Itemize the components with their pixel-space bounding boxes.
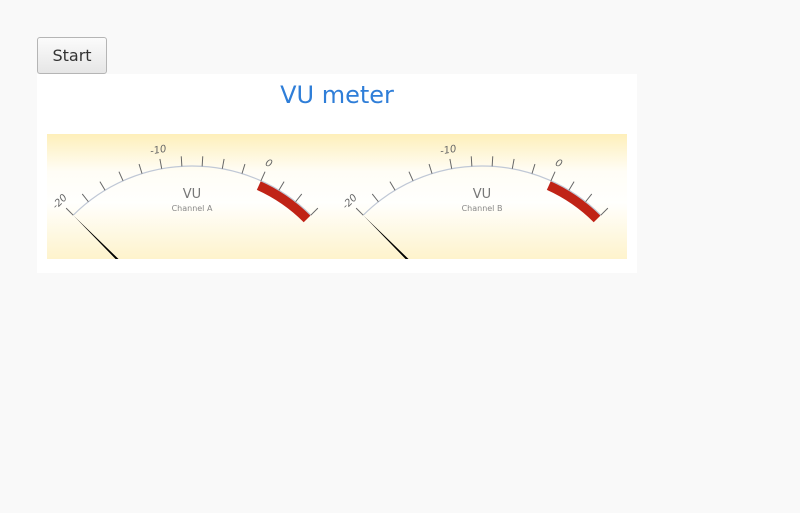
- gauge-tick: [118, 171, 124, 182]
- gauge-tick: [310, 207, 319, 216]
- gauge-tick: [568, 181, 575, 191]
- chart-title: VU meter: [280, 81, 394, 109]
- tick-label: -10: [439, 144, 457, 158]
- gauge-tick: [491, 156, 494, 167]
- red-band: [546, 180, 601, 223]
- gauge-tick: [511, 158, 515, 169]
- gauge-tick: [371, 193, 379, 203]
- gauge-tick: [99, 181, 106, 191]
- gauge-tick: [81, 193, 89, 203]
- gauge-tick: [159, 158, 163, 169]
- gauge-tick: [65, 207, 74, 216]
- gauge-tick: [449, 158, 453, 169]
- start-button[interactable]: Start: [37, 37, 107, 74]
- gauge-label: VU: [183, 187, 201, 202]
- gauge-tick: [355, 207, 364, 216]
- tick-label: -10: [149, 144, 167, 158]
- gauge-tick: [428, 163, 433, 174]
- gauge-subtitle: Channel A: [172, 204, 213, 213]
- gauges-svg: -20-100VUChannel A -20-100VUChannel B: [50, 144, 609, 259]
- gauge-tick: [278, 181, 285, 191]
- gauge-tick: [600, 207, 609, 216]
- tick-label: 0: [553, 158, 563, 171]
- tick-label: 0: [263, 158, 273, 171]
- gauge-tick: [241, 163, 246, 174]
- gauge-tick: [408, 171, 414, 182]
- gauge-subtitle: Channel B: [462, 204, 503, 213]
- plot-band: -20 -10 0 VU Channel A -20 -10 0 VU Channel B: [47, 134, 627, 259]
- gauge-tick: [201, 156, 204, 167]
- red-band: [256, 180, 311, 223]
- gauge-tick: [389, 181, 396, 191]
- gauge-tick: [531, 163, 536, 174]
- gauge-tick: [221, 158, 225, 169]
- gauge-needle: [73, 215, 119, 259]
- gauge-tick: [138, 163, 143, 174]
- gauge-tick: [585, 193, 593, 203]
- gauge-needle: [363, 215, 409, 259]
- gauge-tick: [260, 171, 266, 182]
- gauge-tick: [550, 171, 556, 182]
- gauge-tick: [295, 193, 303, 203]
- vu-meter-chart: VU meter -20 -10 0 VU Channel A -20 -10 0 VU Chan…: [37, 74, 637, 273]
- gauge-tick: [180, 156, 183, 167]
- gauge-tick: [470, 156, 473, 167]
- gauge-label: VU: [473, 187, 491, 202]
